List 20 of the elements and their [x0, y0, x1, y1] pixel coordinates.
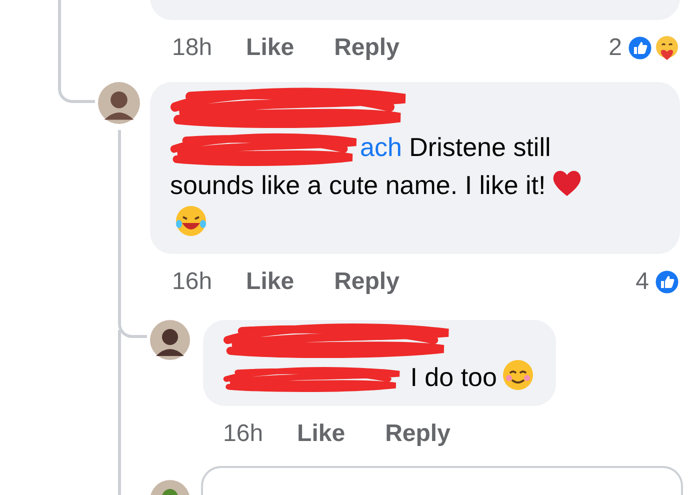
avatar[interactable] — [150, 320, 190, 360]
reply-link[interactable]: Reply — [334, 268, 400, 296]
like-link[interactable]: Like — [246, 268, 294, 296]
reply-link[interactable]: Reply — [385, 420, 450, 448]
thumbs-up-icon[interactable] — [627, 35, 653, 61]
like-link[interactable]: Like — [297, 420, 346, 448]
hugging-emoji-icon[interactable] — [654, 35, 680, 61]
timestamp: 16h — [223, 420, 264, 448]
like-link[interactable]: Like — [246, 34, 294, 62]
reaction-count: 2 — [608, 34, 622, 62]
laughing-emoji-icon — [174, 204, 208, 238]
smiling-emoji-icon — [500, 358, 535, 392]
timestamp: 18h — [172, 34, 212, 62]
comment-text: ach Dristene still sounds like a cute name. I like it! — [170, 128, 595, 242]
avatar[interactable] — [98, 82, 140, 124]
reaction-count: 4 — [636, 268, 649, 296]
reply-link[interactable]: Reply — [334, 34, 400, 62]
timestamp: 16h — [172, 268, 212, 296]
reply-text: I do too — [223, 358, 543, 396]
thumbs-up-icon[interactable] — [654, 269, 680, 296]
